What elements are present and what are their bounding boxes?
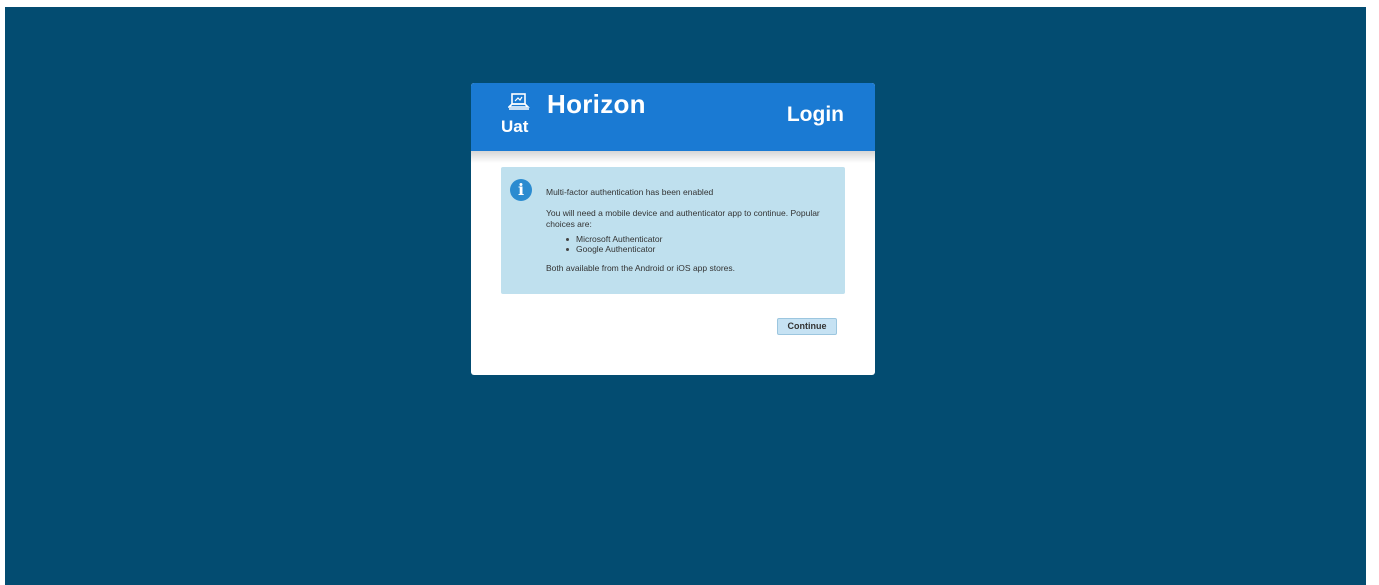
info-heading: Multi-factor authentication has been ena… [546, 187, 714, 197]
info-lead: You will need a mobile device and authen… [546, 208, 820, 229]
info-message: Multi-factor authentication has been ena… [546, 187, 841, 274]
authenticator-app-list: Microsoft Authenticator Google Authentic… [546, 234, 841, 254]
info-icon: i [510, 179, 532, 201]
list-item: Microsoft Authenticator [566, 234, 841, 244]
mfa-info-box: i Multi-factor authentication has been e… [501, 167, 845, 294]
login-screen: Uat Horizon Login i Multi-factor authent… [5, 7, 1366, 585]
dialog-header: Uat Horizon Login [471, 83, 875, 151]
info-footer: Both available from the Android or iOS a… [546, 263, 735, 273]
environment-label: Uat [501, 117, 529, 136]
header-shadow [471, 151, 875, 163]
laptop-icon [508, 93, 530, 110]
page-title: Login [786, 103, 844, 126]
list-item: Google Authenticator [566, 244, 841, 254]
continue-button[interactable]: Continue [777, 318, 837, 335]
login-dialog: Uat Horizon Login i Multi-factor authent… [471, 83, 875, 375]
app-title: Horizon [547, 89, 646, 119]
